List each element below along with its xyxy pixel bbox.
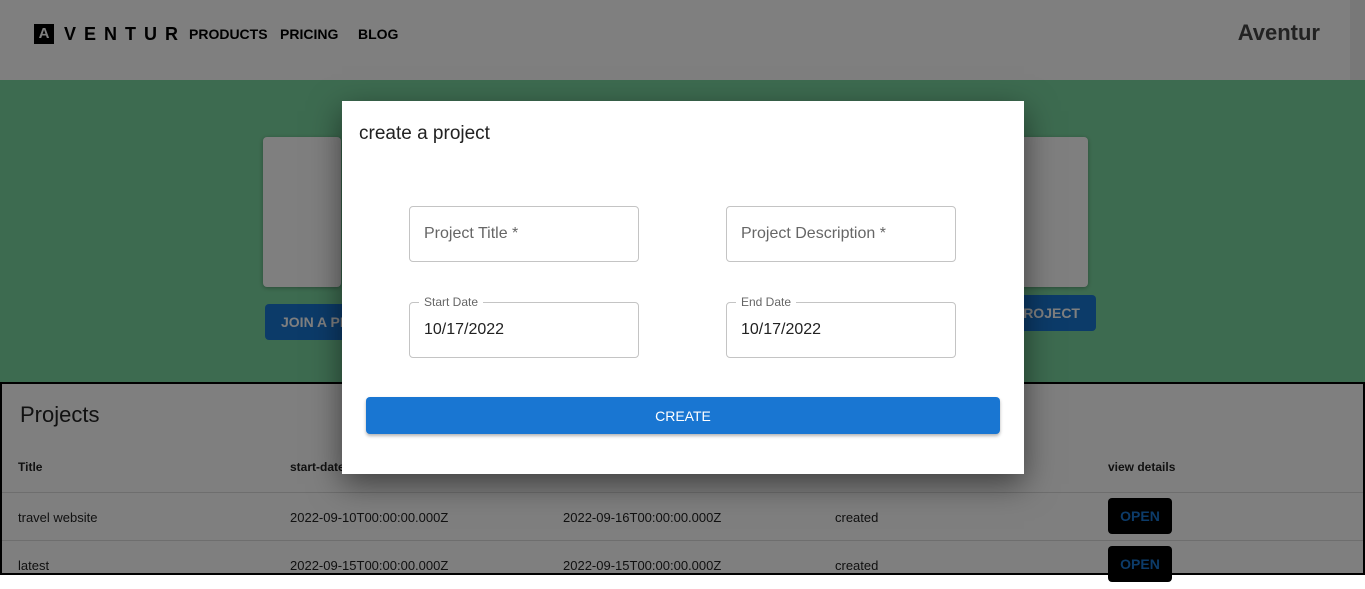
project-description-placeholder: Project Description * <box>741 225 886 242</box>
project-title-placeholder: Project Title * <box>424 225 519 242</box>
end-date-label: End Date <box>736 295 797 309</box>
dialog-title: create a project <box>359 123 490 144</box>
create-project-dialog: create a project Project Title * Project… <box>342 101 1024 474</box>
end-date-value: 10/17/2022 <box>741 321 822 338</box>
project-description-input[interactable]: Project Description * <box>726 206 956 262</box>
create-button[interactable]: CREATE <box>366 397 1000 434</box>
start-date-value: 10/17/2022 <box>424 321 505 338</box>
start-date-label: Start Date <box>419 295 484 309</box>
start-date-input[interactable]: Start Date 10/17/2022 <box>409 295 639 358</box>
end-date-input[interactable]: End Date 10/17/2022 <box>726 295 956 358</box>
project-title-input[interactable]: Project Title * <box>409 206 639 262</box>
